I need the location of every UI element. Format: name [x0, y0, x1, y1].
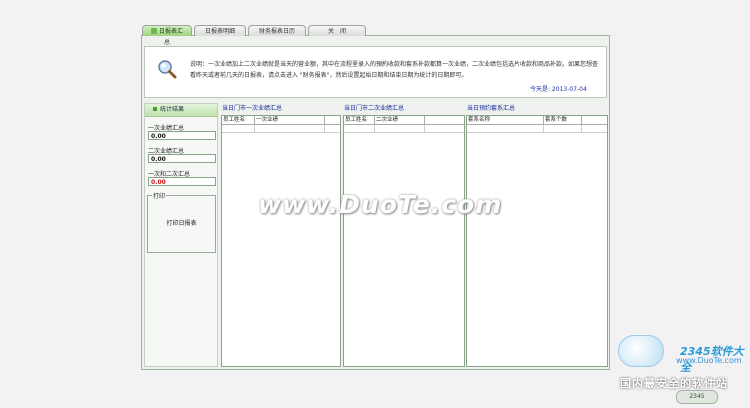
- info-box: 说明：一次业绩加上二次业绩就是当天的营业额，其中在流程里录入的預約收款和套系补款…: [144, 46, 607, 98]
- table-row[interactable]: [344, 125, 464, 133]
- combined-total-value: 0.00: [148, 177, 216, 186]
- grid-header: 套系名称 套系个数: [467, 116, 607, 125]
- stats-panel: 统计结果 一次业绩汇总 0.00 二次业绩汇总 0.00 一次和二次汇总 0.0…: [144, 103, 218, 367]
- panel-title: 当日门市一次业绩汇总: [222, 105, 283, 112]
- print-group: 打印 打印日报表: [147, 191, 216, 253]
- table-row[interactable]: [467, 125, 607, 133]
- description-text: 说明：一次业绩加上二次业绩就是当天的营业额，其中在流程里录入的預約收款和套系补款…: [190, 61, 599, 79]
- second-performance-panel: 当日门市二次业绩汇总 员工姓名 二次业绩: [343, 103, 465, 367]
- bullet-icon: [153, 107, 157, 111]
- grid-header: 员工姓名 一次业绩: [222, 116, 340, 125]
- print-legend: 打印: [152, 191, 167, 200]
- tab-daily-summary[interactable]: 日报表汇总: [142, 25, 192, 46]
- today-date: 今天是: 2013-07-04: [530, 86, 587, 93]
- package-summary-panel: 当日预约套系汇总 套系名称 套系个数: [466, 103, 608, 367]
- first-performance-grid[interactable]: 员工姓名 一次业绩: [221, 115, 341, 367]
- print-report-button[interactable]: 打印日报表: [148, 218, 215, 227]
- stats-header-label: 统计结果: [160, 106, 185, 113]
- column-header[interactable]: 一次业绩: [255, 116, 325, 124]
- panel-title: 当日预约套系汇总: [467, 105, 516, 112]
- site-badge: 2345: [676, 390, 718, 404]
- panel-title: 当日门市二次业绩汇总: [344, 105, 405, 112]
- tab-bar: 日报表汇总 日报表明细 财务报表日历 关 闭: [142, 25, 368, 46]
- magnifier-icon: [158, 60, 177, 79]
- tab-label: 财务报表日历: [258, 28, 295, 35]
- table-row[interactable]: [222, 125, 340, 133]
- grid-header: 员工姓名 二次业绩: [344, 116, 464, 125]
- tab-label: 日报表明细: [204, 28, 235, 35]
- column-header[interactable]: 二次业绩: [375, 116, 425, 124]
- second-performance-grid[interactable]: 员工姓名 二次业绩: [343, 115, 465, 367]
- tab-label: 关 闭: [327, 28, 346, 35]
- mascot-logo: [618, 335, 664, 367]
- column-header[interactable]: 员工姓名: [344, 116, 375, 124]
- column-header[interactable]: 套系名称: [467, 116, 544, 124]
- site-slogan: 国内最安全的软件站: [620, 377, 728, 390]
- watermark-text: www.DuoTe.com: [258, 190, 503, 219]
- report-icon: [150, 28, 157, 34]
- first-performance-panel: 当日门市一次业绩汇总 员工姓名 一次业绩: [221, 103, 341, 367]
- first-total-value: 0.00: [148, 131, 216, 140]
- package-summary-grid[interactable]: 套系名称 套系个数: [466, 115, 608, 367]
- column-header[interactable]: 员工姓名: [222, 116, 255, 124]
- column-header[interactable]: 套系个数: [544, 116, 582, 124]
- site-logo-url: www.DuoTe.com: [676, 356, 742, 365]
- stats-header: 统计结果: [145, 104, 217, 117]
- second-total-value: 0.00: [148, 154, 216, 163]
- tab-daily-detail[interactable]: 日报表明细: [194, 25, 246, 36]
- tab-label: 日报表汇总: [158, 28, 183, 46]
- tab-close[interactable]: 关 闭: [308, 25, 366, 36]
- tab-finance-calendar[interactable]: 财务报表日历: [248, 25, 306, 36]
